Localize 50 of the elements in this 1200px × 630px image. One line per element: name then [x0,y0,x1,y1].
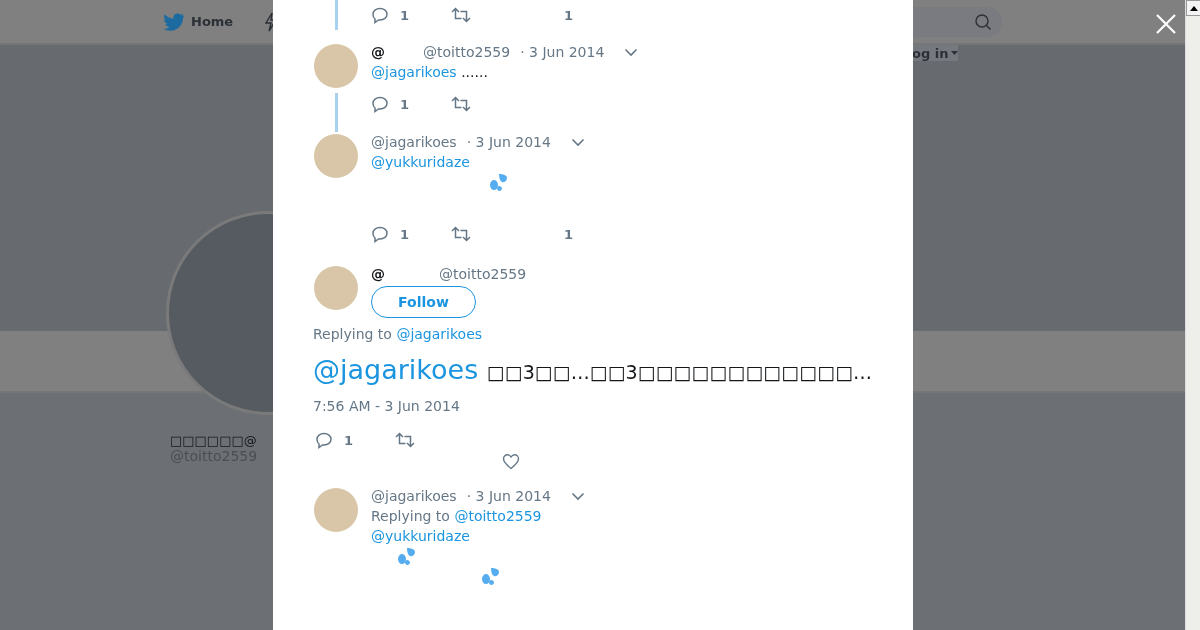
chevron-icon[interactable] [624,47,639,57]
sweat-drops-icon [489,173,508,191]
chevron-icon[interactable] [570,491,585,501]
mention-link[interactable]: @toitto2559 [454,508,542,524]
mention-link[interactable]: @jagarikoes [371,64,457,80]
mention-link[interactable]: @yukkuridaze [371,154,470,170]
mention-link[interactable]: @jagarikoes [396,326,483,342]
tweet-text: ...... [461,64,488,80]
chevron-icon[interactable] [570,137,585,147]
sweat-drops-icon [397,547,416,565]
scrollbar[interactable] [1185,0,1200,630]
caret-icon [951,51,959,55]
display-name[interactable]: @ [371,266,439,282]
tweet-date[interactable]: · 3 Jun 2014 [466,488,551,504]
like-count: 1 [564,7,574,23]
tweet-date[interactable]: · 3 Jun 2014 [520,44,605,60]
user-handle[interactable]: @toitto2559 [439,266,527,282]
reply-icon[interactable] [371,6,389,24]
profile-name: □□□□□□@ [170,433,257,448]
retweet-icon[interactable] [395,432,415,448]
tweet-timestamp[interactable]: 7:56 AM - 3 Jun 2014 [313,396,913,416]
reply-count: 1 [400,7,410,23]
retweet-icon[interactable] [451,96,471,112]
scroll-up-icon[interactable] [1189,5,1198,11]
user-handle[interactable]: @jagarikoes [371,134,457,150]
display-name[interactable]: @ [371,44,423,60]
replying-label: Replying to [313,326,392,342]
retweet-icon[interactable] [451,7,471,23]
sweat-drops-icon [481,567,500,585]
mention-link[interactable]: @jagarikoes [313,354,479,385]
search-icon[interactable] [974,12,992,31]
reply-icon[interactable] [371,225,389,243]
close-icon[interactable] [1156,14,1176,34]
mention-link[interactable]: @yukkuridaze [371,528,470,544]
login-link[interactable]: og in [912,45,959,61]
like-count: 1 [564,226,574,242]
user-handle[interactable]: @toitto2559 [423,44,511,60]
reply-count: 1 [400,96,410,112]
tweet-date[interactable]: · 3 Jun 2014 [466,134,551,150]
follow-button[interactable]: Follow [371,286,476,318]
reply-count: 1 [400,226,410,242]
heart-icon[interactable] [502,452,520,470]
retweet-icon[interactable] [451,226,471,242]
user-handle[interactable]: @jagarikoes [371,488,457,504]
reply-count: 1 [344,432,354,448]
replying-label: Replying to [371,508,450,524]
home-link[interactable]: Home [191,14,234,29]
tweet-text: □□3□□…□□3□□□□□□□□□□□□… [486,361,873,383]
reply-icon[interactable] [371,95,389,113]
reply-icon[interactable] [315,431,333,449]
